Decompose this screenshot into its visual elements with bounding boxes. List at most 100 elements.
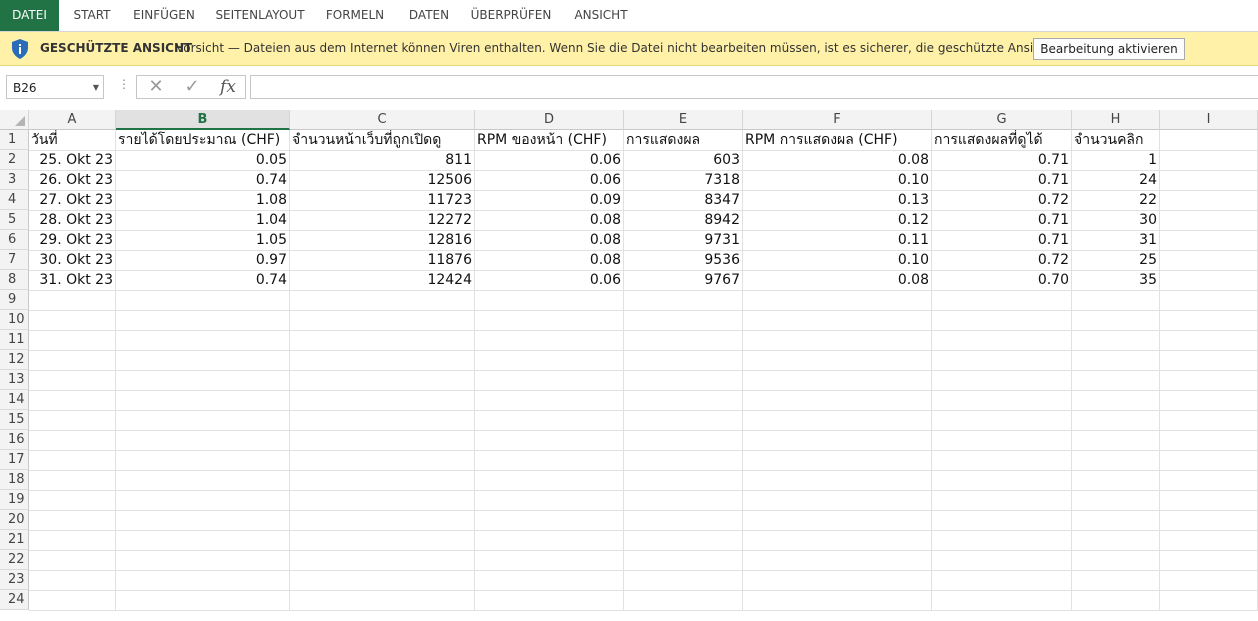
table-cell[interactable]: [624, 530, 743, 551]
table-cell[interactable]: [932, 290, 1072, 311]
table-cell[interactable]: [116, 510, 290, 531]
table-cell[interactable]: [116, 470, 290, 491]
row-header[interactable]: 20: [0, 510, 29, 530]
table-cell[interactable]: 12272: [290, 210, 475, 231]
table-cell[interactable]: [1160, 350, 1258, 371]
table-cell[interactable]: [932, 390, 1072, 411]
table-cell[interactable]: 1: [1072, 150, 1160, 171]
table-cell[interactable]: 0.97: [116, 250, 290, 271]
table-cell[interactable]: [1072, 390, 1160, 411]
check-icon[interactable]: ✓: [177, 76, 207, 98]
table-cell[interactable]: 0.10: [743, 250, 932, 271]
table-cell[interactable]: [1160, 390, 1258, 411]
table-cell[interactable]: [1072, 330, 1160, 351]
table-cell[interactable]: [932, 350, 1072, 371]
table-cell[interactable]: 0.71: [932, 230, 1072, 251]
table-cell[interactable]: [743, 570, 932, 591]
table-cell[interactable]: [932, 430, 1072, 451]
table-cell[interactable]: [475, 330, 624, 351]
table-cell[interactable]: 0.06: [475, 270, 624, 291]
header-cell[interactable]: การแสดงผลที่ดูได้: [932, 130, 1072, 151]
table-cell[interactable]: 0.06: [475, 170, 624, 191]
table-cell[interactable]: [475, 490, 624, 511]
table-cell[interactable]: [624, 370, 743, 391]
table-cell[interactable]: 9767: [624, 270, 743, 291]
table-cell[interactable]: [743, 510, 932, 531]
row-header[interactable]: 4: [0, 190, 29, 210]
table-cell[interactable]: [1160, 190, 1258, 211]
table-cell[interactable]: [116, 550, 290, 571]
table-cell[interactable]: [290, 310, 475, 331]
table-cell[interactable]: 0.71: [932, 170, 1072, 191]
table-cell[interactable]: [290, 470, 475, 491]
row-header[interactable]: 3: [0, 170, 29, 190]
table-cell[interactable]: [743, 430, 932, 451]
table-cell[interactable]: [1072, 570, 1160, 591]
table-cell[interactable]: [29, 530, 116, 551]
table-cell[interactable]: [1072, 370, 1160, 391]
row-header[interactable]: 21: [0, 530, 29, 550]
table-cell[interactable]: [1160, 170, 1258, 191]
table-cell[interactable]: [624, 430, 743, 451]
table-cell[interactable]: [1072, 410, 1160, 431]
table-cell[interactable]: [116, 390, 290, 411]
table-cell[interactable]: [743, 590, 932, 611]
table-cell[interactable]: [624, 410, 743, 431]
tab-ansicht[interactable]: ANSICHT: [566, 0, 636, 31]
tab-start[interactable]: START: [62, 0, 122, 31]
table-cell[interactable]: [1160, 470, 1258, 491]
column-header-a[interactable]: A: [29, 110, 116, 130]
table-cell[interactable]: [1160, 490, 1258, 511]
row-header[interactable]: 22: [0, 550, 29, 570]
table-cell[interactable]: 0.71: [932, 150, 1072, 171]
table-cell[interactable]: [743, 470, 932, 491]
table-cell[interactable]: [29, 510, 116, 531]
table-cell[interactable]: [1072, 470, 1160, 491]
table-cell[interactable]: [116, 530, 290, 551]
table-cell[interactable]: [743, 330, 932, 351]
table-cell[interactable]: [116, 590, 290, 611]
table-cell[interactable]: [743, 290, 932, 311]
column-header-f[interactable]: F: [743, 110, 932, 130]
table-cell[interactable]: [290, 530, 475, 551]
table-cell[interactable]: 9731: [624, 230, 743, 251]
column-header-g[interactable]: G: [932, 110, 1072, 130]
tab-datei[interactable]: DATEI: [0, 0, 59, 31]
table-cell[interactable]: [932, 510, 1072, 531]
table-cell[interactable]: [290, 570, 475, 591]
table-cell[interactable]: [475, 470, 624, 491]
row-header[interactable]: 15: [0, 410, 29, 430]
table-cell[interactable]: 11723: [290, 190, 475, 211]
table-cell[interactable]: [932, 550, 1072, 571]
table-cell[interactable]: [475, 350, 624, 371]
table-cell[interactable]: 12816: [290, 230, 475, 251]
row-header[interactable]: 16: [0, 430, 29, 450]
table-cell[interactable]: [290, 590, 475, 611]
table-cell[interactable]: [624, 330, 743, 351]
row-header[interactable]: 2: [0, 150, 29, 170]
table-cell[interactable]: [29, 350, 116, 371]
table-cell[interactable]: [29, 390, 116, 411]
table-cell[interactable]: [743, 370, 932, 391]
row-header[interactable]: 11: [0, 330, 29, 350]
table-cell[interactable]: [29, 410, 116, 431]
table-cell[interactable]: [116, 450, 290, 471]
column-header-h[interactable]: H: [1072, 110, 1160, 130]
table-cell[interactable]: [475, 290, 624, 311]
row-header[interactable]: 1: [0, 130, 29, 150]
table-cell[interactable]: [932, 590, 1072, 611]
table-cell[interactable]: 0.71: [932, 210, 1072, 231]
row-header[interactable]: 23: [0, 570, 29, 590]
table-cell[interactable]: [475, 550, 624, 571]
table-cell[interactable]: 12506: [290, 170, 475, 191]
table-cell[interactable]: [475, 430, 624, 451]
table-cell[interactable]: [1160, 230, 1258, 251]
table-cell[interactable]: [624, 510, 743, 531]
header-cell[interactable]: รายได้โดยประมาณ (CHF): [116, 130, 290, 151]
table-cell[interactable]: [743, 310, 932, 331]
table-cell[interactable]: [1072, 350, 1160, 371]
table-cell[interactable]: [475, 450, 624, 471]
table-cell[interactable]: [290, 550, 475, 571]
table-cell[interactable]: 29. Okt 23: [29, 230, 116, 251]
header-cell[interactable]: RPM ของหน้า (CHF): [475, 130, 624, 151]
